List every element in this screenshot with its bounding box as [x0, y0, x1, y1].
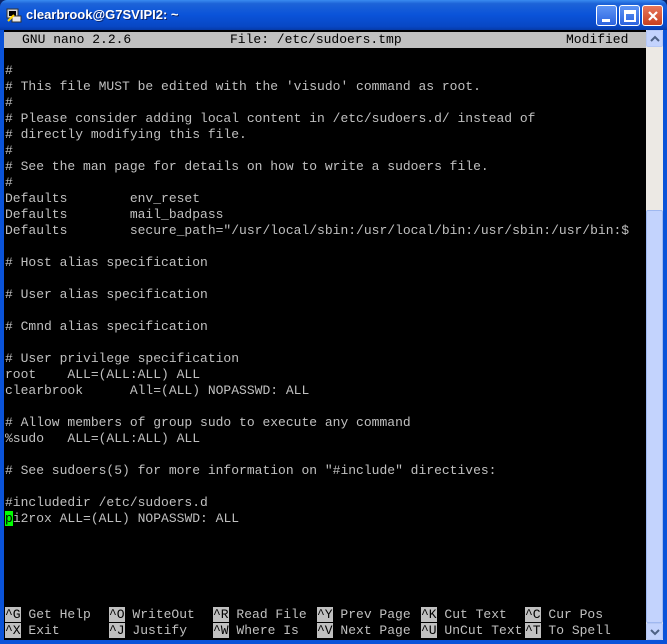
- shortcut-label: Prev Page: [332, 607, 411, 622]
- editor-line[interactable]: #: [5, 63, 13, 79]
- shortcut-item[interactable]: ^Y Prev Page: [317, 607, 411, 623]
- shortcut-key: ^V: [317, 623, 333, 638]
- cursor-line-text: i2rox ALL=(ALL) NOPASSWD: ALL: [12, 511, 240, 526]
- maximize-button[interactable]: [619, 5, 640, 26]
- editor-line[interactable]: # Allow members of group sudo to execute…: [5, 415, 411, 431]
- shortcut-item[interactable]: ^X Exit: [5, 623, 60, 639]
- editor-line[interactable]: #: [5, 175, 13, 191]
- shortcut-key: ^R: [213, 607, 229, 622]
- editor-line[interactable]: %sudo ALL=(ALL:ALL) ALL: [5, 431, 200, 447]
- shortcut-key: ^C: [525, 607, 541, 622]
- editor-line[interactable]: #includedir /etc/sudoers.d: [5, 495, 208, 511]
- shortcut-key: ^X: [5, 623, 21, 638]
- shortcut-key: ^J: [109, 623, 125, 638]
- editor-line[interactable]: # Please consider adding local content i…: [5, 111, 536, 127]
- scrollbar-thumb[interactable]: [646, 210, 663, 623]
- chevron-up-icon: [650, 35, 660, 42]
- terminal-area[interactable]: GNU nano 2.2.6 File: /etc/sudoers.tmp Mo…: [4, 30, 646, 640]
- shortcut-item[interactable]: ^U UnCut Text: [421, 623, 522, 639]
- shortcut-label: Where Is: [228, 623, 299, 638]
- nano-status: Modified: [566, 32, 629, 47]
- shortcut-label: To Spell: [540, 623, 611, 638]
- shortcut-item[interactable]: ^J Justify: [109, 623, 187, 639]
- scroll-up-button[interactable]: [646, 30, 663, 47]
- shortcut-key: ^K: [421, 607, 437, 622]
- shortcut-item[interactable]: ^R Read File: [213, 607, 307, 623]
- editor-line[interactable]: # User privilege specification: [5, 351, 239, 367]
- maximize-icon: [624, 10, 636, 22]
- editor-line[interactable]: #: [5, 95, 13, 111]
- editor-line[interactable]: #: [5, 143, 13, 159]
- shortcut-label: Cut Text: [436, 607, 507, 622]
- shortcut-key: ^T: [525, 623, 541, 638]
- shortcut-key: ^O: [109, 607, 125, 622]
- shortcut-label: Read File: [228, 607, 307, 622]
- editor-line[interactable]: Defaults mail_badpass: [5, 207, 223, 223]
- editor-line[interactable]: Defaults secure_path="/usr/local/sbin:/u…: [5, 223, 629, 239]
- shortcut-item[interactable]: ^O WriteOut: [109, 607, 195, 623]
- editor-line[interactable]: clearbrook All=(ALL) NOPASSWD: ALL: [5, 383, 309, 399]
- shortcut-key: ^U: [421, 623, 437, 638]
- chevron-down-icon: [650, 629, 660, 636]
- editor-line[interactable]: # This file MUST be edited with the 'vis…: [5, 79, 481, 95]
- vertical-scrollbar[interactable]: [646, 30, 663, 640]
- terminal-window: clearbrook@G7SVIPI2: ~ GNU nano 2.2.6 Fi…: [0, 0, 667, 644]
- shortcut-item[interactable]: ^T To Spell: [525, 623, 611, 639]
- title-bar[interactable]: clearbrook@G7SVIPI2: ~: [0, 0, 667, 30]
- shortcut-key: ^Y: [317, 607, 333, 622]
- shortcut-label: Get Help: [20, 607, 91, 622]
- text-cursor: p: [5, 511, 13, 526]
- shortcut-label: Next Page: [332, 623, 411, 638]
- editor-line[interactable]: # Cmnd alias specification: [5, 319, 208, 335]
- window-title: clearbrook@G7SVIPI2: ~: [26, 7, 179, 22]
- shortcut-label: Justify: [124, 623, 188, 638]
- shortcut-label: UnCut Text: [436, 623, 523, 638]
- nano-filename: File: /etc/sudoers.tmp: [230, 32, 402, 47]
- editor-line[interactable]: Defaults env_reset: [5, 191, 200, 207]
- shortcut-key: ^G: [5, 607, 21, 622]
- shortcut-item[interactable]: ^W Where Is: [213, 623, 299, 639]
- editor-line[interactable]: # See sudoers(5) for more information on…: [5, 463, 496, 479]
- close-icon: [648, 11, 658, 21]
- putty-icon[interactable]: [6, 7, 22, 23]
- window-frame-bottom: [0, 640, 667, 644]
- editor-line[interactable]: # directly modifying this file.: [5, 127, 247, 143]
- shortcut-item[interactable]: ^G Get Help: [5, 607, 91, 623]
- nano-version: GNU nano 2.2.6: [22, 32, 132, 47]
- editor-line[interactable]: # See the man page for details on how to…: [5, 159, 489, 175]
- shortcut-label: Exit: [20, 623, 60, 638]
- editor-line[interactable]: root ALL=(ALL:ALL) ALL: [5, 367, 200, 383]
- shortcut-item[interactable]: ^K Cut Text: [421, 607, 507, 623]
- shortcut-item[interactable]: ^V Next Page: [317, 623, 411, 639]
- minimize-icon: [602, 19, 610, 22]
- scroll-down-button[interactable]: [646, 623, 663, 640]
- minimize-button[interactable]: [596, 5, 617, 26]
- window-frame-right: [663, 30, 667, 644]
- shortcut-label: WriteOut: [124, 607, 195, 622]
- shortcut-item[interactable]: ^C Cur Pos: [525, 607, 603, 623]
- cursor-line[interactable]: pi2rox ALL=(ALL) NOPASSWD: ALL: [5, 511, 239, 527]
- editor-line[interactable]: # User alias specification: [5, 287, 208, 303]
- shortcut-label: Cur Pos: [540, 607, 604, 622]
- editor-line[interactable]: # Host alias specification: [5, 255, 208, 271]
- close-button[interactable]: [642, 5, 663, 26]
- shortcut-key: ^W: [213, 623, 229, 638]
